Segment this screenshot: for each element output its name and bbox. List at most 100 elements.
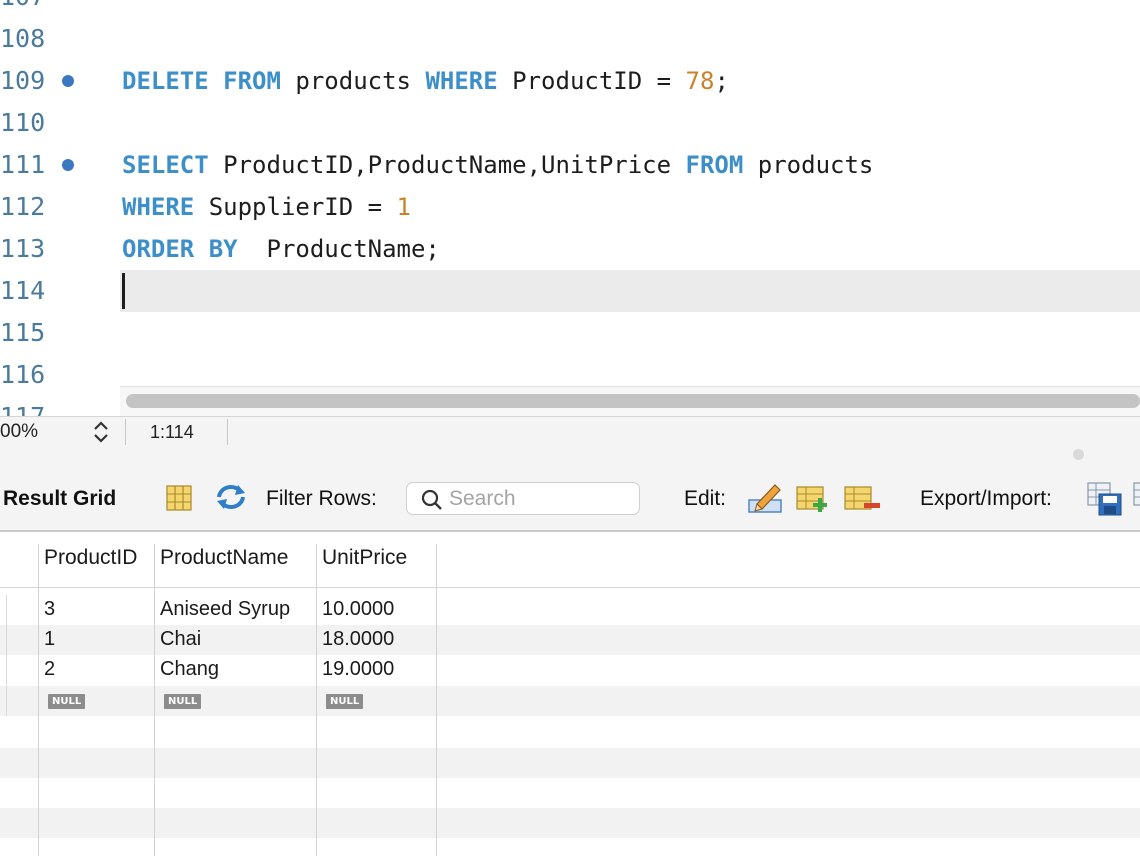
code-text: WHERE SupplierID = 1 bbox=[122, 186, 411, 228]
line-number: 110 bbox=[0, 108, 46, 137]
sql-keyword: ORDER BY bbox=[122, 235, 238, 263]
code-text: SELECT ProductID,ProductName,UnitPrice F… bbox=[122, 144, 873, 186]
sql-keyword: WHERE bbox=[122, 193, 195, 221]
filter-search-input[interactable] bbox=[449, 487, 629, 511]
sql-text: ProductID = bbox=[497, 67, 686, 95]
search-icon bbox=[421, 489, 442, 510]
horizontal-scrollbar-thumb[interactable] bbox=[126, 394, 1140, 408]
cell-productname[interactable]: Chai bbox=[160, 628, 201, 651]
null-badge: NULL bbox=[164, 694, 202, 709]
sql-keyword: SELECT bbox=[122, 151, 209, 179]
sql-text: SupplierID = bbox=[194, 193, 397, 221]
line-number: 117 bbox=[0, 396, 60, 416]
sql-text: ProductID,ProductName,UnitPrice bbox=[208, 151, 686, 179]
cell-unitprice[interactable]: 18.0000 bbox=[322, 628, 394, 651]
code-text: DELETE FROM products WHERE ProductID = 7… bbox=[122, 60, 729, 102]
zoom-stepper-icon[interactable] bbox=[92, 420, 110, 444]
sql-keyword: DELETE bbox=[122, 67, 209, 95]
empty-row bbox=[0, 718, 1140, 748]
cursor-position: 1:114 bbox=[150, 422, 194, 442]
sql-text: ProductName; bbox=[237, 235, 440, 263]
statement-marker-icon[interactable] bbox=[62, 75, 74, 87]
null-badge: NULL bbox=[48, 694, 86, 709]
code-text: ORDER BY ProductName; bbox=[122, 228, 440, 270]
column-header-productid[interactable]: ProductID bbox=[44, 546, 137, 570]
line-number: 114 bbox=[0, 276, 46, 305]
cell-unitprice[interactable]: 10.0000 bbox=[322, 598, 394, 621]
export-import-label: Export/Import: bbox=[920, 487, 1052, 510]
line-number: 108 bbox=[0, 24, 46, 53]
line-number: 112 bbox=[0, 192, 46, 221]
sql-text: products bbox=[280, 67, 426, 95]
result-grid-title: Result Grid bbox=[3, 487, 117, 510]
empty-row bbox=[0, 808, 1140, 838]
sql-keyword: WHERE bbox=[425, 67, 498, 95]
delete-row-icon[interactable] bbox=[844, 484, 882, 514]
code-line[interactable]: 112 WHERE SupplierID = 1 bbox=[0, 186, 1140, 228]
line-number: 111 bbox=[0, 150, 46, 179]
statement-marker-icon[interactable] bbox=[62, 159, 74, 171]
code-line[interactable]: 111 SELECT ProductID,ProductName,UnitPric… bbox=[0, 144, 1140, 186]
status-divider bbox=[227, 419, 228, 445]
grid-columns-icon[interactable] bbox=[165, 484, 193, 512]
export-icon[interactable] bbox=[1087, 482, 1125, 516]
cell-productname[interactable]: Chang bbox=[160, 658, 219, 681]
cell-productname[interactable]: Aniseed Syrup bbox=[160, 598, 290, 621]
sql-editor[interactable]: 107 108 109 DELETE FROM products WHERE Prod… bbox=[0, 0, 1140, 416]
empty-row bbox=[0, 838, 1140, 856]
code-line[interactable]: 110 bbox=[0, 102, 1140, 144]
cell-productid[interactable]: 2 bbox=[44, 658, 55, 681]
cell-unitprice[interactable]: 19.0000 bbox=[322, 658, 394, 681]
row-selector[interactable] bbox=[0, 595, 7, 625]
row-selector[interactable] bbox=[0, 686, 7, 716]
table-row[interactable]: 1 Chai 18.0000 bbox=[0, 625, 1140, 655]
column-divider[interactable] bbox=[154, 544, 155, 856]
line-number: 109 bbox=[0, 66, 46, 95]
row-selector[interactable] bbox=[0, 625, 7, 655]
editor-status-bar: 00% 1:114 bbox=[0, 416, 1140, 447]
column-divider[interactable] bbox=[38, 544, 39, 856]
sql-number: 78 bbox=[685, 67, 715, 95]
row-selector[interactable] bbox=[0, 655, 7, 685]
code-line-current[interactable]: 114 bbox=[0, 270, 1140, 312]
table-row[interactable]: 2 Chang 19.0000 bbox=[0, 655, 1140, 685]
code-line[interactable]: 113 ORDER BY ProductName; bbox=[0, 228, 1140, 270]
grid-header-row: ProductID ProductName UnitPrice bbox=[0, 532, 1140, 588]
code-line[interactable]: 115 bbox=[0, 312, 1140, 354]
filter-search-box[interactable] bbox=[406, 482, 640, 515]
panel-resize-handle[interactable] bbox=[1073, 449, 1084, 460]
zoom-level: 00% bbox=[0, 421, 39, 442]
sql-number: 1 bbox=[396, 193, 411, 221]
edit-label: Edit: bbox=[684, 487, 727, 510]
cell-productid[interactable]: 3 bbox=[44, 598, 55, 621]
code-line[interactable]: 109 DELETE FROM products WHERE ProductID … bbox=[0, 60, 1140, 102]
edit-pencil-icon[interactable] bbox=[747, 480, 783, 514]
result-grid[interactable]: ProductID ProductName UnitPrice 3 Anisee… bbox=[0, 532, 1140, 856]
empty-row bbox=[0, 748, 1140, 778]
column-header-productname[interactable]: ProductName bbox=[160, 546, 288, 570]
refresh-icon[interactable] bbox=[214, 482, 248, 512]
text-caret bbox=[122, 273, 125, 309]
new-row[interactable]: NULL NULL NULL bbox=[0, 686, 1140, 716]
column-divider[interactable] bbox=[316, 544, 317, 856]
code-line[interactable]: 108 bbox=[0, 18, 1140, 60]
sql-text: products bbox=[743, 151, 874, 179]
code-line[interactable]: 107 bbox=[0, 0, 1140, 18]
line-number: 116 bbox=[0, 360, 46, 389]
line-number: 107 bbox=[0, 0, 60, 18]
line-number: 113 bbox=[0, 234, 46, 263]
column-divider[interactable] bbox=[436, 544, 437, 856]
empty-row bbox=[0, 778, 1140, 808]
add-row-icon[interactable] bbox=[796, 484, 832, 514]
filter-rows-label: Filter Rows: bbox=[266, 487, 377, 510]
cell-productid[interactable]: 1 bbox=[44, 628, 55, 651]
import-icon[interactable] bbox=[1133, 482, 1140, 512]
sql-text: ; bbox=[714, 67, 729, 95]
table-row[interactable]: 3 Aniseed Syrup 10.0000 bbox=[0, 595, 1140, 625]
status-divider bbox=[125, 419, 126, 445]
sql-keyword: FROM bbox=[685, 151, 744, 179]
null-badge: NULL bbox=[326, 694, 364, 709]
column-header-unitprice[interactable]: UnitPrice bbox=[322, 546, 407, 570]
line-number: 115 bbox=[0, 318, 46, 347]
